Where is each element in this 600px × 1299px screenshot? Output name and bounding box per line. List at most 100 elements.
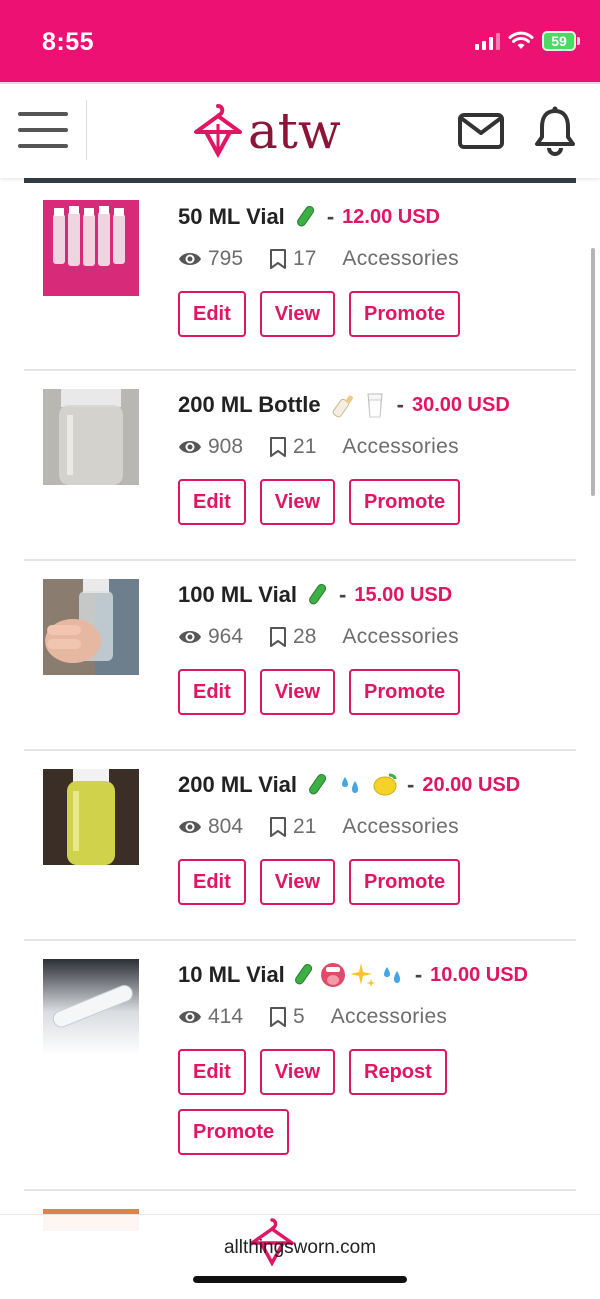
edit-button[interactable]: Edit bbox=[178, 669, 246, 715]
listing-price: 20.00 USD bbox=[422, 773, 521, 796]
listing-item: 10 ML Vial - 10.00 USD 414 5 Accessories… bbox=[24, 941, 576, 1191]
edit-button[interactable]: Edit bbox=[178, 1049, 246, 1095]
sweat-droplets-icon bbox=[337, 771, 365, 799]
listing-title-line[interactable]: 50 ML Vial - 12.00 USD bbox=[178, 203, 576, 231]
listing-category: Accessories bbox=[342, 247, 459, 270]
promote-button[interactable]: Promote bbox=[349, 479, 461, 525]
listing-category: Accessories bbox=[342, 815, 459, 838]
bookmark-icon bbox=[270, 817, 287, 837]
views-count: 795 bbox=[208, 247, 244, 270]
listing-item: 200 ML Vial - 20.00 USD 804 21 Accessori… bbox=[24, 751, 576, 941]
views-count: 414 bbox=[208, 1005, 244, 1028]
saves-stat: 17 bbox=[269, 247, 316, 271]
browser-footer: allthingsworn.com bbox=[0, 1214, 600, 1299]
listing-title-line[interactable]: 10 ML Vial - 10.00 USD bbox=[178, 961, 576, 989]
listing-title: 100 ML Vial bbox=[178, 582, 298, 607]
listing-thumbnail[interactable] bbox=[43, 389, 139, 485]
bookmark-icon bbox=[270, 1007, 287, 1027]
view-button[interactable]: View bbox=[259, 669, 335, 715]
promote-button[interactable]: Promote bbox=[349, 669, 461, 715]
signal-icon bbox=[475, 32, 500, 50]
mail-icon[interactable] bbox=[457, 112, 505, 150]
listing-title-line[interactable]: 100 ML Vial - 15.00 USD bbox=[178, 581, 576, 609]
battery-icon: 59 bbox=[542, 31, 580, 51]
promote-button[interactable]: Promote bbox=[178, 1109, 290, 1155]
listing-category: Accessories bbox=[342, 625, 459, 648]
saves-count: 5 bbox=[293, 1005, 305, 1028]
saves-stat: 5 bbox=[269, 1005, 305, 1029]
saves-count: 28 bbox=[293, 625, 317, 648]
lemon-icon bbox=[371, 771, 399, 799]
saves-count: 21 bbox=[293, 435, 317, 458]
listing-category: Accessories bbox=[342, 435, 459, 458]
test-tube-icon bbox=[303, 581, 331, 609]
listing-price: 15.00 USD bbox=[354, 583, 453, 606]
bookmark-icon bbox=[270, 249, 287, 269]
listing-thumbnail[interactable] bbox=[43, 769, 139, 865]
listing-title: 200 ML Vial bbox=[178, 772, 298, 797]
status-icons: 59 bbox=[475, 31, 580, 51]
logo-text: atw bbox=[248, 102, 341, 160]
status-bar: 8:55 59 bbox=[0, 0, 600, 82]
eye-icon bbox=[179, 441, 201, 453]
views-stat: 804 bbox=[178, 815, 243, 839]
views-count: 908 bbox=[208, 435, 244, 458]
listing-category: Accessories bbox=[330, 1005, 448, 1028]
listing-item: 50 ML Vial - 12.00 USD 795 17 Accessorie… bbox=[24, 183, 576, 371]
views-stat: 795 bbox=[178, 247, 243, 271]
bookmark-icon bbox=[270, 437, 287, 457]
eye-icon bbox=[179, 253, 201, 265]
listing-price: 10.00 USD bbox=[430, 963, 528, 986]
listing-price: 12.00 USD bbox=[342, 205, 440, 228]
listing-item: 100 ML Vial - 15.00 USD 964 28 Accessori… bbox=[24, 561, 576, 751]
view-button[interactable]: View bbox=[259, 859, 335, 905]
wifi-icon bbox=[508, 31, 534, 49]
hamburger-menu-button[interactable] bbox=[18, 112, 68, 152]
saves-stat: 21 bbox=[269, 815, 316, 839]
sweat-droplets-icon bbox=[379, 961, 407, 989]
views-stat: 908 bbox=[178, 435, 243, 459]
edit-button[interactable]: Edit bbox=[178, 479, 246, 525]
bookmark-icon bbox=[270, 627, 287, 647]
listing-title: 50 ML Vial bbox=[178, 204, 285, 229]
test-tube-icon bbox=[289, 961, 317, 989]
bell-icon[interactable] bbox=[532, 106, 578, 156]
test-tube-icon bbox=[303, 771, 331, 799]
site-url[interactable]: allthingsworn.com bbox=[0, 1237, 600, 1259]
saves-count: 17 bbox=[293, 247, 317, 270]
listing-title-line[interactable]: 200 ML Bottle - 30.00 USD bbox=[178, 391, 576, 419]
repost-button[interactable]: Repost bbox=[349, 1049, 447, 1095]
saves-stat: 21 bbox=[269, 435, 316, 459]
glass-of-milk-icon bbox=[361, 391, 389, 419]
scrollbar-thumb[interactable] bbox=[591, 248, 595, 496]
views-count: 804 bbox=[208, 815, 244, 838]
listing-item: 200 ML Bottle - 30.00 USD 908 21 Accesso… bbox=[24, 371, 576, 561]
eye-icon bbox=[179, 1011, 201, 1023]
sparkles-icon bbox=[349, 961, 377, 989]
hanger-logo-icon bbox=[194, 104, 242, 159]
views-stat: 964 bbox=[178, 625, 243, 649]
view-button[interactable]: View bbox=[259, 479, 335, 525]
header-divider bbox=[86, 100, 87, 160]
listing-thumbnail[interactable] bbox=[43, 200, 139, 296]
listing-title: 200 ML Bottle bbox=[178, 392, 321, 417]
edit-button[interactable]: Edit bbox=[178, 859, 246, 905]
baby-bottle-icon bbox=[327, 391, 355, 419]
atw-logo[interactable]: atw bbox=[192, 102, 341, 160]
battery-level: 59 bbox=[542, 31, 576, 51]
listing-thumbnail[interactable] bbox=[43, 959, 139, 1055]
home-indicator[interactable] bbox=[193, 1276, 407, 1283]
eye-icon bbox=[179, 631, 201, 643]
promote-button[interactable]: Promote bbox=[349, 859, 461, 905]
listing-title-line[interactable]: 200 ML Vial - 20.00 USD bbox=[178, 771, 576, 799]
view-button[interactable]: View bbox=[259, 1049, 335, 1095]
edit-button[interactable]: Edit bbox=[178, 291, 246, 337]
promote-button[interactable]: Promote bbox=[349, 291, 461, 337]
listing-title: 10 ML Vial bbox=[178, 962, 285, 987]
test-tube-icon bbox=[291, 203, 319, 231]
status-time: 8:55 bbox=[42, 28, 95, 56]
listing-thumbnail[interactable] bbox=[43, 579, 139, 675]
saves-count: 21 bbox=[293, 815, 317, 838]
view-button[interactable]: View bbox=[259, 291, 335, 337]
tongue-face-icon bbox=[319, 961, 347, 989]
